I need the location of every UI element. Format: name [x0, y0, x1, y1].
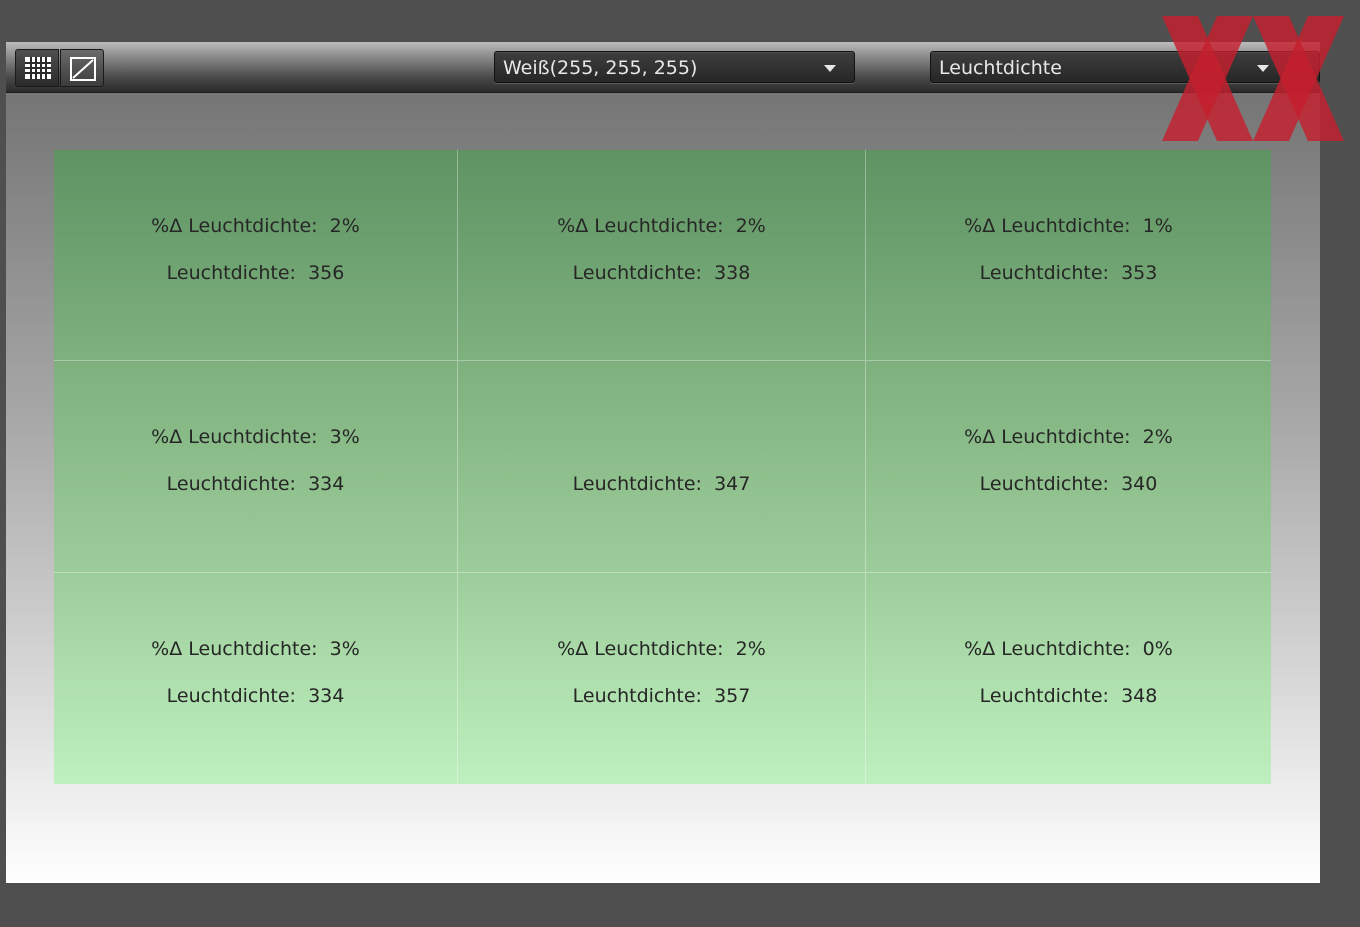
delta-label: %Δ Leuchtdichte: [151, 426, 318, 448]
delta-luminance-text: %Δ Leuchtdichte: 2% [54, 214, 457, 238]
delta-label: %Δ Leuchtdichte: [964, 426, 1131, 448]
delta-label: %Δ Leuchtdichte: [964, 215, 1131, 237]
luminance-label: Leuchtdichte: [979, 473, 1109, 495]
delta-luminance-text: %Δ Leuchtdichte: 2% [458, 214, 865, 238]
luminance-text: Leuchtdichte: 347 [458, 472, 865, 496]
luminance-value: 348 [1121, 685, 1158, 707]
grid-cell: %Δ Leuchtdichte: 2% Leuchtdichte: 338 [458, 150, 866, 361]
luminance-value: 353 [1121, 262, 1158, 284]
delta-label: %Δ Leuchtdichte: [557, 638, 724, 660]
luminance-text: Leuchtdichte: 338 [458, 261, 865, 285]
luminance-label: Leuchtdichte: [166, 262, 296, 284]
delta-value: 2% [735, 215, 766, 237]
delta-label: %Δ Leuchtdichte: [151, 638, 318, 660]
luminance-label: Leuchtdichte: [572, 685, 702, 707]
luminance-value: 356 [308, 262, 345, 284]
chevron-down-icon [824, 65, 836, 72]
luminance-label: Leuchtdichte: [572, 473, 702, 495]
uniformity-window: Weiß(255, 255, 255) Leuchtdichte %Δ Leuc… [6, 42, 1320, 883]
luminance-text: Leuchtdichte: 348 [866, 684, 1271, 708]
luminance-text: Leuchtdichte: 334 [54, 472, 457, 496]
delta-value: 3% [329, 426, 360, 448]
grid-cell: %Δ Leuchtdichte: 1% Leuchtdichte: 353 [866, 150, 1271, 361]
watermark-logo [1162, 16, 1344, 141]
luminance-label: Leuchtdichte: [979, 262, 1109, 284]
graph-icon [70, 57, 96, 81]
delta-value: 1% [1142, 215, 1173, 237]
delta-luminance-text: %Δ Leuchtdichte: 3% [54, 425, 457, 449]
luminance-text: Leuchtdichte: 357 [458, 684, 865, 708]
graph-view-button[interactable] [60, 49, 104, 87]
grid-cell: %Δ Leuchtdichte: 3% Leuchtdichte: 334 [54, 573, 458, 784]
grid-cell: %Δ Leuchtdichte: 2% Leuchtdichte: 340 [866, 361, 1271, 573]
grid-cell: Leuchtdichte: 347 [458, 361, 866, 573]
color-select[interactable]: Weiß(255, 255, 255) [494, 51, 855, 83]
luminance-label: Leuchtdichte: [979, 685, 1109, 707]
grid-icon [25, 57, 51, 79]
luminance-text: Leuchtdichte: 353 [866, 261, 1271, 285]
toolbar: Weiß(255, 255, 255) Leuchtdichte [6, 42, 1320, 93]
metric-select-value: Leuchtdichte [939, 57, 1062, 79]
luminance-value: 340 [1121, 473, 1158, 495]
grid-cell: %Δ Leuchtdichte: 3% Leuchtdichte: 334 [54, 361, 458, 573]
luminance-label: Leuchtdichte: [572, 262, 702, 284]
grid-cell: %Δ Leuchtdichte: 2% Leuchtdichte: 357 [458, 573, 866, 784]
grid-view-button[interactable] [15, 49, 59, 87]
luminance-label: Leuchtdichte: [166, 473, 296, 495]
delta-value: 3% [329, 638, 360, 660]
uniformity-grid: %Δ Leuchtdichte: 2% Leuchtdichte: 356 %Δ L… [54, 150, 1271, 784]
luminance-value: 338 [714, 262, 751, 284]
grid-cell: %Δ Leuchtdichte: 2% Leuchtdichte: 356 [54, 150, 458, 361]
delta-label: %Δ Leuchtdichte: [151, 215, 318, 237]
delta-label: %Δ Leuchtdichte: [557, 215, 724, 237]
luminance-label: Leuchtdichte: [166, 685, 296, 707]
grid-cell: %Δ Leuchtdichte: 0% Leuchtdichte: 348 [866, 573, 1271, 784]
delta-luminance-text: %Δ Leuchtdichte: 1% [866, 214, 1271, 238]
delta-label: %Δ Leuchtdichte: [964, 638, 1131, 660]
delta-luminance-text: %Δ Leuchtdichte: 0% [866, 637, 1271, 661]
luminance-value: 334 [308, 685, 345, 707]
delta-luminance-text: %Δ Leuchtdichte: 3% [54, 637, 457, 661]
luminance-text: Leuchtdichte: 334 [54, 684, 457, 708]
luminance-value: 334 [308, 473, 345, 495]
delta-luminance-text: %Δ Leuchtdichte: 2% [458, 637, 865, 661]
luminance-text: Leuchtdichte: 340 [866, 472, 1271, 496]
delta-value: 2% [735, 638, 766, 660]
delta-luminance-text: %Δ Leuchtdichte: 2% [866, 425, 1271, 449]
luminance-text: Leuchtdichte: 356 [54, 261, 457, 285]
color-select-value: Weiß(255, 255, 255) [503, 57, 698, 79]
luminance-value: 347 [714, 473, 751, 495]
delta-value: 0% [1142, 638, 1173, 660]
delta-value: 2% [1142, 426, 1173, 448]
luminance-value: 357 [714, 685, 751, 707]
delta-value: 2% [329, 215, 360, 237]
